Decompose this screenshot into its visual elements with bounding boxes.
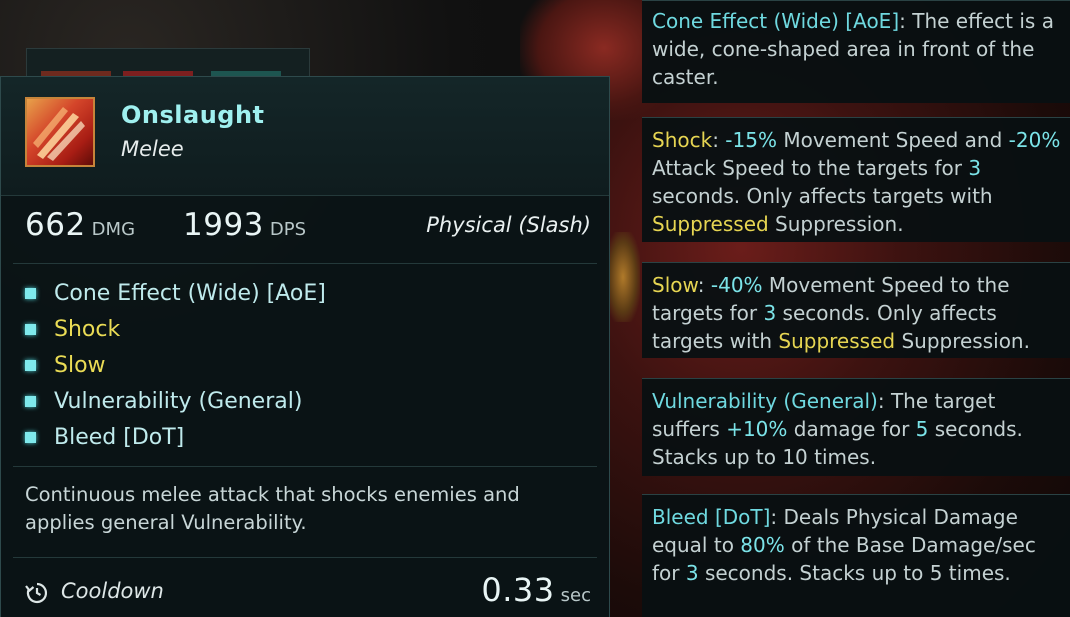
slash-icon	[25, 97, 95, 167]
info-keyword-suppressed: Suppressed	[778, 329, 896, 353]
info-keyword: Bleed [DoT]	[652, 505, 771, 529]
info-text: Suppression.	[895, 329, 1030, 353]
cooldown-row: Cooldown 0.33 sec	[25, 571, 591, 615]
cooldown-unit: sec	[560, 585, 591, 606]
divider	[13, 263, 597, 264]
ability-description: Continuous melee attack that shocks enem…	[25, 483, 520, 534]
info-keyword: Cone Effect (Wide) [AoE]	[652, 9, 900, 33]
effect-item[interactable]: Bleed [DoT]	[25, 419, 326, 455]
info-value: -20%	[1008, 128, 1061, 152]
effects-list: Cone Effect (Wide) [AoE] Shock Slow Vuln…	[25, 275, 326, 455]
ability-type: Melee	[121, 137, 184, 161]
info-value: 5	[915, 417, 929, 441]
dps-unit: DPS	[269, 219, 307, 240]
info-panel-slow: Slow: -40% Movement Speed to the targets…	[642, 262, 1070, 358]
info-value: 3	[685, 561, 699, 585]
effect-label: Slow	[54, 352, 106, 378]
effect-item[interactable]: Slow	[25, 347, 326, 383]
cooldown-value-group: 0.33 sec	[481, 571, 591, 609]
info-value: 3	[968, 156, 982, 180]
cooldown-value: 0.33	[481, 571, 555, 609]
dps-stat: 1993 DPS	[183, 207, 306, 243]
info-panel-shock: Shock: -15% Movement Speed and -20% Atta…	[642, 117, 1070, 242]
info-text: Attack Speed to the targets for	[652, 156, 969, 180]
info-keyword: Slow	[652, 273, 698, 297]
damage-stat: 662 DMG	[25, 207, 135, 243]
background-ornament	[606, 232, 640, 322]
ability-tooltip: Onslaught Melee 662 DMG 1993 DPS Physical …	[0, 76, 610, 617]
tooltip-header: Onslaught Melee	[1, 77, 609, 196]
info-value: 80%	[740, 533, 785, 557]
info-keyword: Vulnerability (General)	[652, 389, 878, 413]
info-text: Suppression.	[768, 212, 904, 236]
info-value: +10%	[726, 417, 788, 441]
bullet-icon	[25, 395, 36, 407]
bullet-icon	[25, 431, 36, 443]
info-keyword-suppressed: Suppressed	[652, 212, 769, 236]
damage-value: 662	[25, 207, 86, 243]
effect-label: Vulnerability (General)	[54, 388, 303, 414]
bullet-icon	[25, 323, 36, 335]
dps-value: 1993	[183, 207, 264, 243]
info-text: :	[712, 128, 726, 152]
effect-label: Bleed [DoT]	[54, 424, 185, 450]
effect-label: Cone Effect (Wide) [AoE]	[54, 280, 326, 306]
bullet-icon	[25, 359, 36, 371]
cooldown-icon	[25, 581, 49, 609]
info-text: damage for	[787, 417, 916, 441]
divider	[13, 557, 597, 558]
info-value: -15%	[725, 128, 777, 152]
divider	[13, 466, 597, 467]
effect-label: Shock	[54, 316, 121, 342]
damage-type: Physical (Slash)	[426, 213, 591, 237]
effect-item[interactable]: Cone Effect (Wide) [AoE]	[25, 275, 326, 311]
info-text: seconds. Only affects targets with	[652, 184, 993, 208]
info-panel-cone: Cone Effect (Wide) [AoE]: The effect is …	[642, 0, 1070, 103]
info-value: -40%	[710, 273, 763, 297]
effect-item[interactable]: Vulnerability (General)	[25, 383, 326, 419]
ability-name: Onslaught	[121, 101, 265, 129]
info-text: Movement Speed and	[776, 128, 1009, 152]
info-panel-bleed: Bleed [DoT]: Deals Physical Damage equal…	[642, 494, 1070, 617]
info-value: 3	[763, 301, 777, 325]
effect-item[interactable]: Shock	[25, 311, 326, 347]
damage-unit: DMG	[91, 219, 136, 240]
ability-stats: 662 DMG 1993 DPS Physical (Slash)	[25, 207, 591, 251]
info-text: :	[697, 273, 711, 297]
cooldown-label: Cooldown	[61, 579, 164, 603]
info-panel-vulnerability: Vulnerability (General): The target suff…	[642, 378, 1070, 476]
info-keyword: Shock	[652, 128, 713, 152]
bullet-icon	[25, 287, 36, 299]
info-text: seconds. Stacks up to 5 times.	[698, 561, 1011, 585]
